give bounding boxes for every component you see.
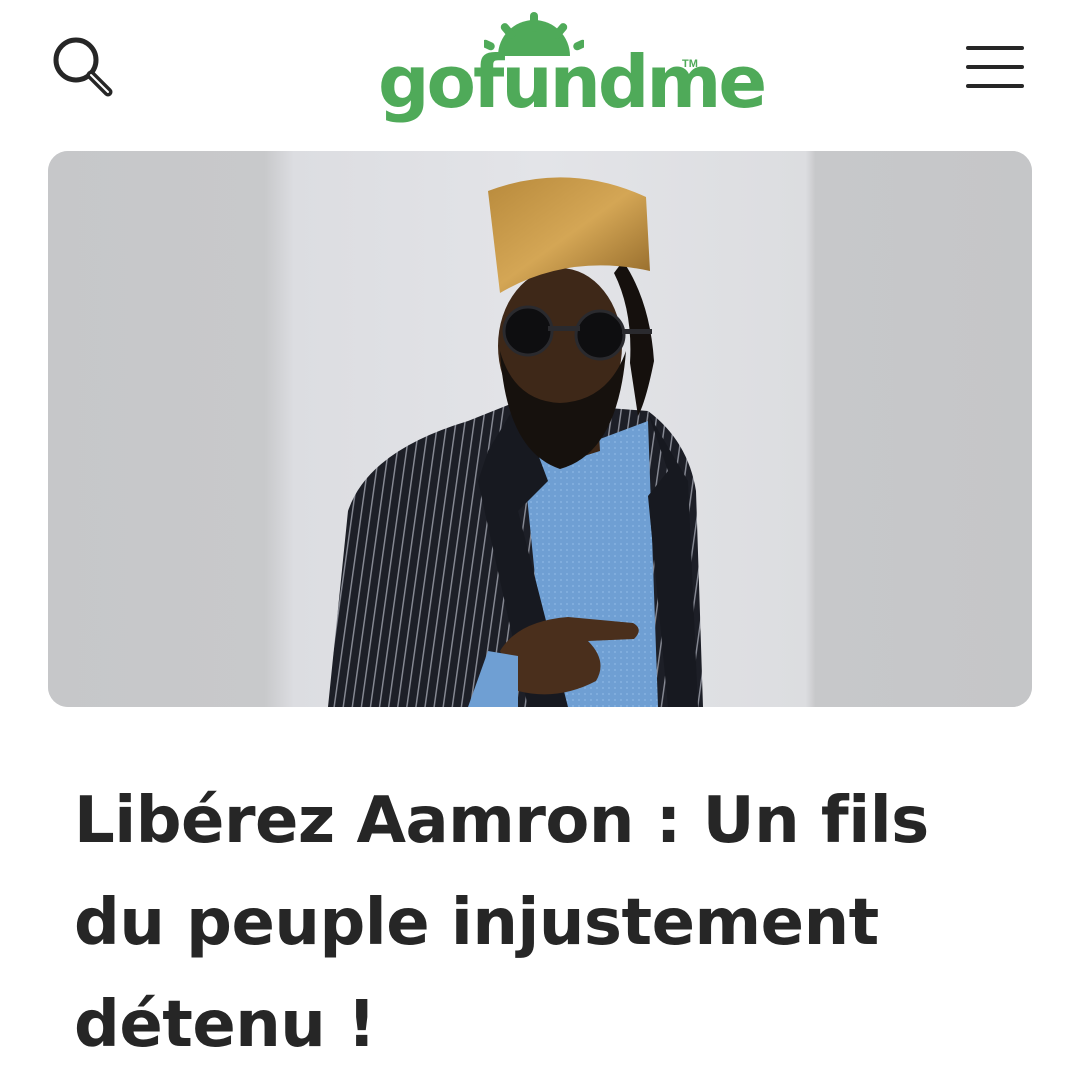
trademark-symbol: TM bbox=[682, 58, 698, 70]
campaign-hero-image[interactable] bbox=[48, 151, 1032, 707]
portrait-photo bbox=[48, 151, 1032, 707]
gofundme-logo[interactable]: gofundme TM bbox=[372, 8, 767, 130]
menu-button[interactable] bbox=[962, 40, 1030, 94]
search-button[interactable] bbox=[46, 32, 118, 104]
hamburger-menu-icon bbox=[966, 46, 1024, 88]
logo-wordmark: gofundme bbox=[378, 40, 767, 124]
top-bar: gofundme TM bbox=[0, 0, 1080, 140]
campaign-title: Libérez Aamron : Un fils du peuple injus… bbox=[74, 784, 929, 1062]
search-icon bbox=[53, 37, 113, 97]
